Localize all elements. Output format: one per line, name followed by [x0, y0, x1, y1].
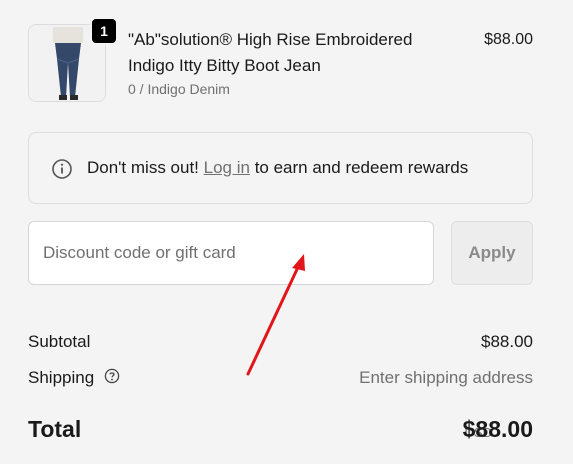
shipping-value: Enter shipping address: [359, 368, 533, 387]
rewards-suffix: to earn and redeem rewards: [254, 158, 469, 177]
discount-code-input[interactable]: [28, 221, 434, 285]
product-title: "Ab"solution® High Rise Embroidered Indi…: [128, 30, 413, 75]
shipping-label: Shipping: [28, 368, 95, 387]
rewards-prefix: Don't miss out!: [87, 158, 199, 177]
question-circle-icon[interactable]: [104, 368, 120, 384]
subtotal-label: Subtotal: [28, 332, 91, 351]
subtotal-value: $88.00: [481, 332, 533, 351]
rewards-banner: Don't miss out! Log in to earn and redee…: [28, 132, 533, 204]
rewards-text: Don't miss out! Log in to earn and redee…: [87, 158, 468, 178]
total-label: Total: [28, 416, 82, 442]
product-line-item: 1 "Ab"solution® High Rise Embroidered In…: [28, 17, 533, 106]
quantity-badge: 1: [90, 17, 118, 45]
product-variant: 0 / Indigo Denim: [128, 81, 230, 97]
product-price: $88.00: [484, 31, 533, 48]
apply-discount-button[interactable]: Apply: [451, 221, 533, 285]
info-icon: [52, 159, 72, 179]
total-value: $88.00: [462, 416, 533, 442]
login-link[interactable]: Log in: [204, 158, 250, 177]
